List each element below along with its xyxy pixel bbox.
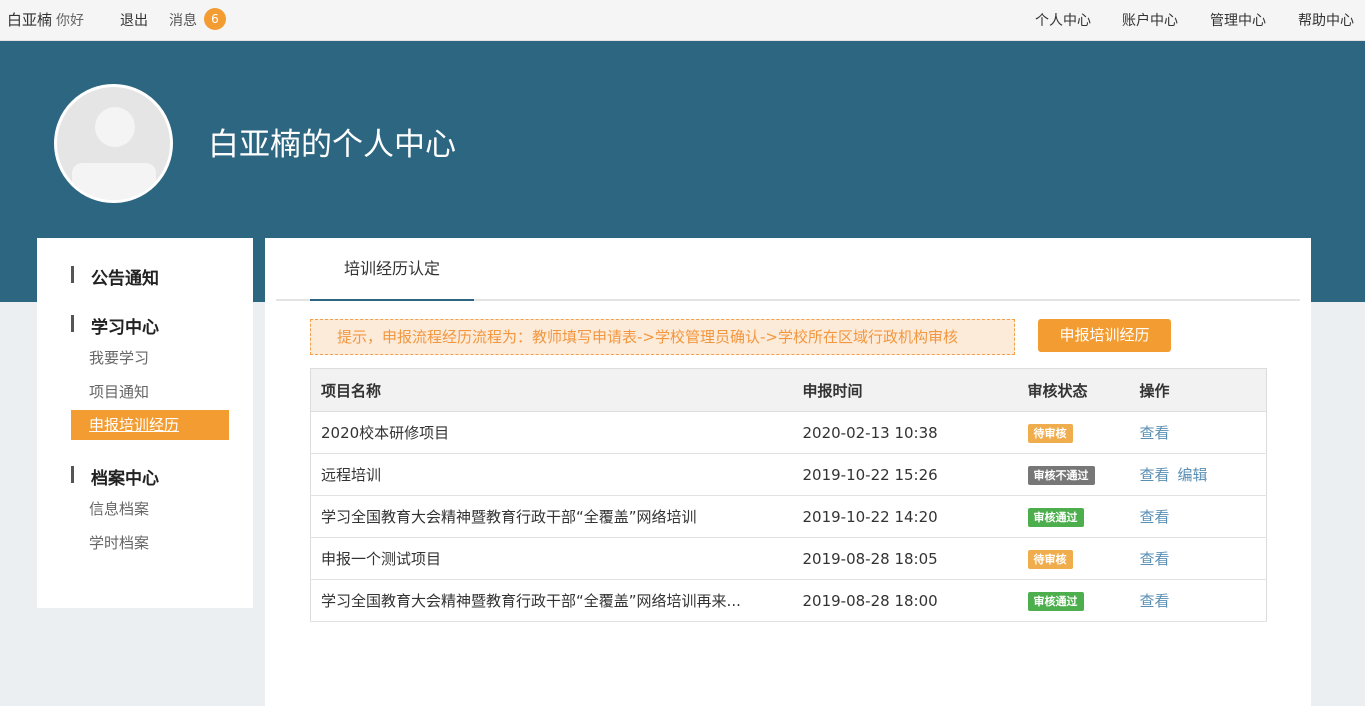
status-cell: 审核通过: [1017, 579, 1130, 622]
avatar[interactable]: [54, 84, 173, 203]
management-center-link[interactable]: 管理中心: [1210, 10, 1266, 30]
column-header-status: 审核状态: [1017, 368, 1130, 412]
sidebar: 公告通知 学习中心 我要学习 项目通知 申报培训经历 档案中心 信息档案 学时档…: [37, 238, 253, 608]
sidebar-item-report-training[interactable]: 申报培训经历: [71, 410, 229, 440]
status-badge: 审核通过: [1027, 507, 1084, 527]
report-time-cell: 2019-10-22 15:26: [792, 453, 1018, 496]
page-title: 白亚楠的个人中心: [208, 127, 456, 163]
table-row: 远程培训 2019-10-22 15:26 审核不通过 查看 编辑: [310, 453, 1267, 496]
edit-link[interactable]: 编辑: [1178, 466, 1208, 484]
actions-cell: 查看: [1129, 537, 1267, 580]
sidebar-item-project-notices[interactable]: 项目通知: [71, 377, 229, 407]
project-name-cell: 申报一个测试项目: [310, 537, 793, 580]
process-notice: 提示，申报流程经历流程为：教师填写申请表->学校管理员确认->学校所在区域行政机…: [310, 319, 1015, 355]
avatar-head-icon: [95, 107, 135, 147]
column-header-time: 申报时间: [792, 368, 1018, 412]
table-row: 学习全国教育大会精神暨教育行政干部“全覆盖”网络培训 2019-10-22 14:…: [310, 495, 1267, 538]
main-panel: 培训经历认定 提示，申报流程经历流程为：教师填写申请表->学校管理员确认->学校…: [265, 238, 1311, 706]
report-time-cell: 2020-02-13 10:38: [792, 411, 1018, 454]
column-header-name: 项目名称: [310, 368, 793, 412]
status-cell: 审核不通过: [1017, 453, 1130, 496]
sidebar-heading-announcements[interactable]: 公告通知: [71, 264, 159, 289]
report-time-cell: 2019-10-22 14:20: [792, 495, 1018, 538]
report-time-cell: 2019-08-28 18:05: [792, 537, 1018, 580]
status-badge: 审核不通过: [1027, 465, 1095, 485]
table-row: 申报一个测试项目 2019-08-28 18:05 待审核 查看: [310, 537, 1267, 580]
view-link[interactable]: 查看: [1140, 508, 1170, 526]
project-name-cell: 2020校本研修项目: [310, 411, 793, 454]
sidebar-heading-learning-center[interactable]: 学习中心: [71, 313, 159, 338]
messages-link[interactable]: 消息: [169, 10, 197, 30]
actions-cell: 查看: [1129, 579, 1267, 622]
project-name-cell: 学习全国教育大会精神暨教育行政干部“全覆盖”网络培训再来...: [310, 579, 793, 622]
tab-bar: 培训经历认定: [276, 238, 1300, 301]
project-name-cell: 远程培训: [310, 453, 793, 496]
avatar-body-icon: [72, 163, 156, 200]
view-link[interactable]: 查看: [1140, 424, 1170, 442]
sidebar-item-info-archive[interactable]: 信息档案: [71, 494, 229, 524]
sidebar-item-my-learning[interactable]: 我要学习: [71, 343, 229, 373]
tab-training-certification[interactable]: 培训经历认定: [310, 238, 474, 301]
status-cell: 审核通过: [1017, 495, 1130, 538]
status-badge: 审核通过: [1027, 591, 1084, 611]
user-greeting: 白亚楠 你好: [7, 9, 84, 30]
table-row: 学习全国教育大会精神暨教育行政干部“全覆盖”网络培训再来... 2019-08-2…: [310, 579, 1267, 622]
report-training-button[interactable]: 申报培训经历: [1038, 319, 1171, 352]
actions-cell: 查看 编辑: [1129, 453, 1267, 496]
view-link[interactable]: 查看: [1140, 466, 1170, 484]
view-link[interactable]: 查看: [1140, 592, 1170, 610]
project-name-cell: 学习全国教育大会精神暨教育行政干部“全覆盖”网络培训: [310, 495, 793, 538]
account-center-link[interactable]: 账户中心: [1122, 10, 1178, 30]
status-cell: 待审核: [1017, 411, 1130, 454]
sidebar-item-hours-archive[interactable]: 学时档案: [71, 528, 229, 558]
actions-cell: 查看: [1129, 411, 1267, 454]
help-center-link[interactable]: 帮助中心: [1298, 10, 1354, 30]
top-bar: 白亚楠 你好 退出 消息 6 个人中心 账户中心 管理中心 帮助中心: [0, 0, 1365, 41]
sidebar-heading-archive-center[interactable]: 档案中心: [71, 464, 159, 489]
table-header-row: 项目名称 申报时间 审核状态 操作: [310, 368, 1267, 412]
logout-link[interactable]: 退出: [120, 10, 148, 30]
user-name[interactable]: 白亚楠: [7, 11, 52, 29]
report-time-cell: 2019-08-28 18:00: [792, 579, 1018, 622]
status-badge: 待审核: [1027, 549, 1073, 569]
message-count-badge[interactable]: 6: [204, 8, 226, 30]
training-table: 项目名称 申报时间 审核状态 操作 2020校本研修项目 2020-02-13 1…: [310, 368, 1267, 622]
greeting-text: 你好: [56, 13, 85, 29]
personal-center-link[interactable]: 个人中心: [1035, 10, 1091, 30]
actions-cell: 查看: [1129, 495, 1267, 538]
table-row: 2020校本研修项目 2020-02-13 10:38 待审核 查看: [310, 411, 1267, 454]
view-link[interactable]: 查看: [1140, 550, 1170, 568]
status-cell: 待审核: [1017, 537, 1130, 580]
column-header-actions: 操作: [1129, 368, 1267, 412]
status-badge: 待审核: [1027, 423, 1073, 443]
